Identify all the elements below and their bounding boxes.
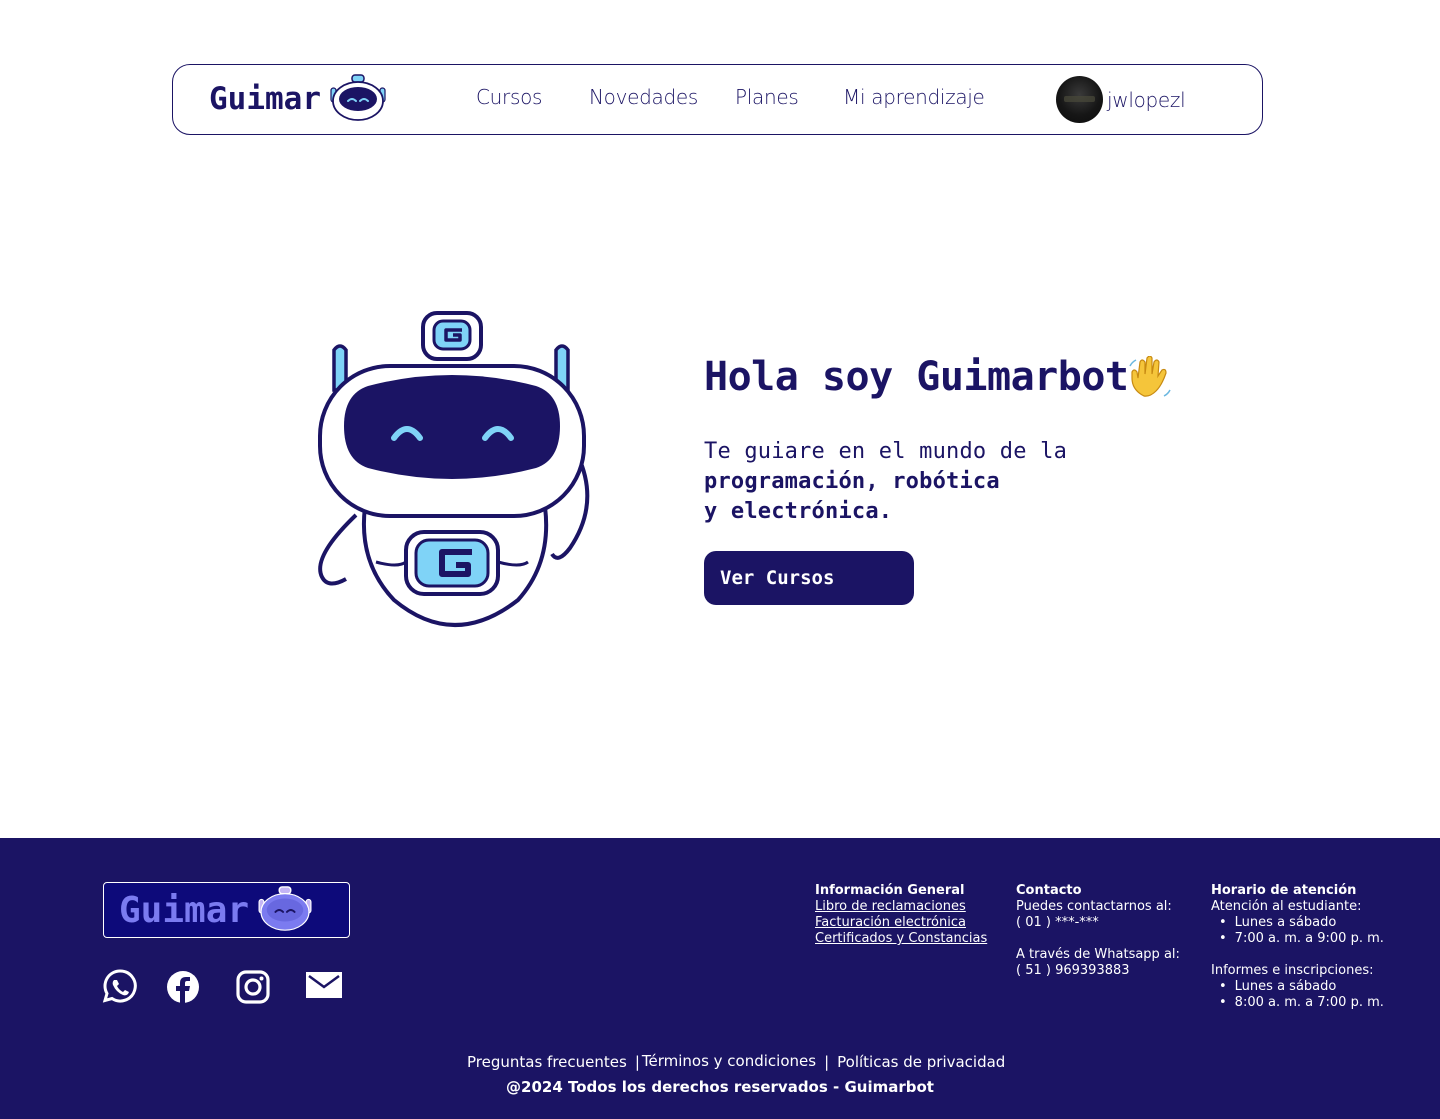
facturacion-link[interactable]: Facturación electrónica bbox=[815, 915, 987, 931]
nav-link-novedades[interactable]: Novedades bbox=[589, 85, 698, 109]
hero-subtitle-line1: Te guiare en el mundo de la bbox=[704, 439, 1068, 464]
robot-logo-icon bbox=[330, 74, 386, 121]
whatsapp-icon[interactable] bbox=[101, 968, 139, 1006]
contact-phone2: ( 51 ) 969393883 bbox=[1016, 963, 1130, 978]
avatar[interactable] bbox=[1056, 76, 1103, 123]
student-label: Atención al estudiante: bbox=[1211, 899, 1362, 914]
mail-icon[interactable] bbox=[305, 968, 343, 1006]
hero-title-text: Hola soy Guimarbot bbox=[704, 354, 1129, 400]
nav-link-mi-aprendizaje[interactable]: Mi aprendizaje bbox=[843, 85, 985, 109]
hero-subtitle: Te guiare en el mundo de la programación… bbox=[704, 437, 1067, 527]
nav-link-cursos[interactable]: Cursos bbox=[476, 85, 542, 109]
footer-logo-text: Guimar bbox=[119, 889, 250, 931]
facebook-icon[interactable] bbox=[164, 968, 202, 1006]
contact-line2: A través de Whatsapp al: bbox=[1016, 947, 1180, 962]
student-hours: 7:00 a. m. a 9:00 p. m. bbox=[1211, 931, 1384, 947]
hero-subtitle-line2: programación, robótica bbox=[704, 469, 1000, 494]
contact-phone1: ( 01 ) ***-*** bbox=[1016, 915, 1099, 930]
certificados-link[interactable]: Certificados y Constancias bbox=[815, 931, 987, 947]
preguntas-frecuentes-link[interactable]: Preguntas frecuentes bbox=[467, 1053, 627, 1071]
politicas-link[interactable]: Políticas de privacidad bbox=[837, 1053, 1005, 1071]
student-days: Lunes a sábado bbox=[1211, 915, 1384, 931]
link-separator: | bbox=[824, 1053, 830, 1071]
footer-bottom-links: Preguntas frecuentes | Términos y condic… bbox=[467, 1052, 1005, 1071]
link-separator: | bbox=[634, 1053, 640, 1071]
info-hours: 8:00 a. m. a 7:00 p. m. bbox=[1211, 995, 1384, 1011]
terminos-link[interactable]: Términos y condiciones bbox=[642, 1052, 816, 1070]
schedule-title: Horario de atención bbox=[1211, 883, 1357, 898]
instagram-icon[interactable] bbox=[234, 968, 272, 1006]
top-navbar: Guimar Cursos Novedades Planes Mi aprend… bbox=[172, 64, 1263, 135]
libro-reclamaciones-link[interactable]: Libro de reclamaciones bbox=[815, 899, 987, 915]
copyright: @2024 Todos los derechos reservados - Gu… bbox=[506, 1078, 934, 1096]
contact-line1: Puedes contactarnos al: bbox=[1016, 899, 1172, 914]
footer-logo[interactable]: Guimar bbox=[103, 882, 350, 938]
hero-subtitle-line3: y electrónica. bbox=[704, 499, 893, 524]
user-menu[interactable]: jwlopezl bbox=[1056, 76, 1186, 123]
info-days: Lunes a sábado bbox=[1211, 979, 1384, 995]
waving-hand-icon bbox=[1128, 355, 1172, 410]
robot-logo-icon bbox=[258, 886, 312, 931]
nav-logo-text: Guimar bbox=[209, 81, 321, 117]
contact-title: Contacto bbox=[1016, 883, 1082, 898]
nav-link-planes[interactable]: Planes bbox=[735, 85, 799, 109]
footer: Guimar Información General Libro de recl… bbox=[0, 838, 1440, 1119]
guimarbot-illustration bbox=[318, 311, 590, 627]
footer-schedule-column: Horario de atención Atención al estudian… bbox=[1211, 882, 1384, 1011]
info-title: Información General bbox=[815, 883, 965, 898]
username[interactable]: jwlopezl bbox=[1107, 88, 1186, 112]
footer-info-column: Información General Libro de reclamacion… bbox=[815, 882, 987, 947]
hero-title: Hola soy Guimarbot bbox=[704, 354, 1172, 410]
nav-logo[interactable]: Guimar bbox=[209, 73, 389, 125]
info-label: Informes e inscripciones: bbox=[1211, 963, 1374, 978]
footer-contact-column: Contacto Puedes contactarnos al: ( 01 ) … bbox=[1016, 882, 1180, 979]
ver-cursos-button[interactable]: Ver Cursos bbox=[704, 551, 914, 605]
